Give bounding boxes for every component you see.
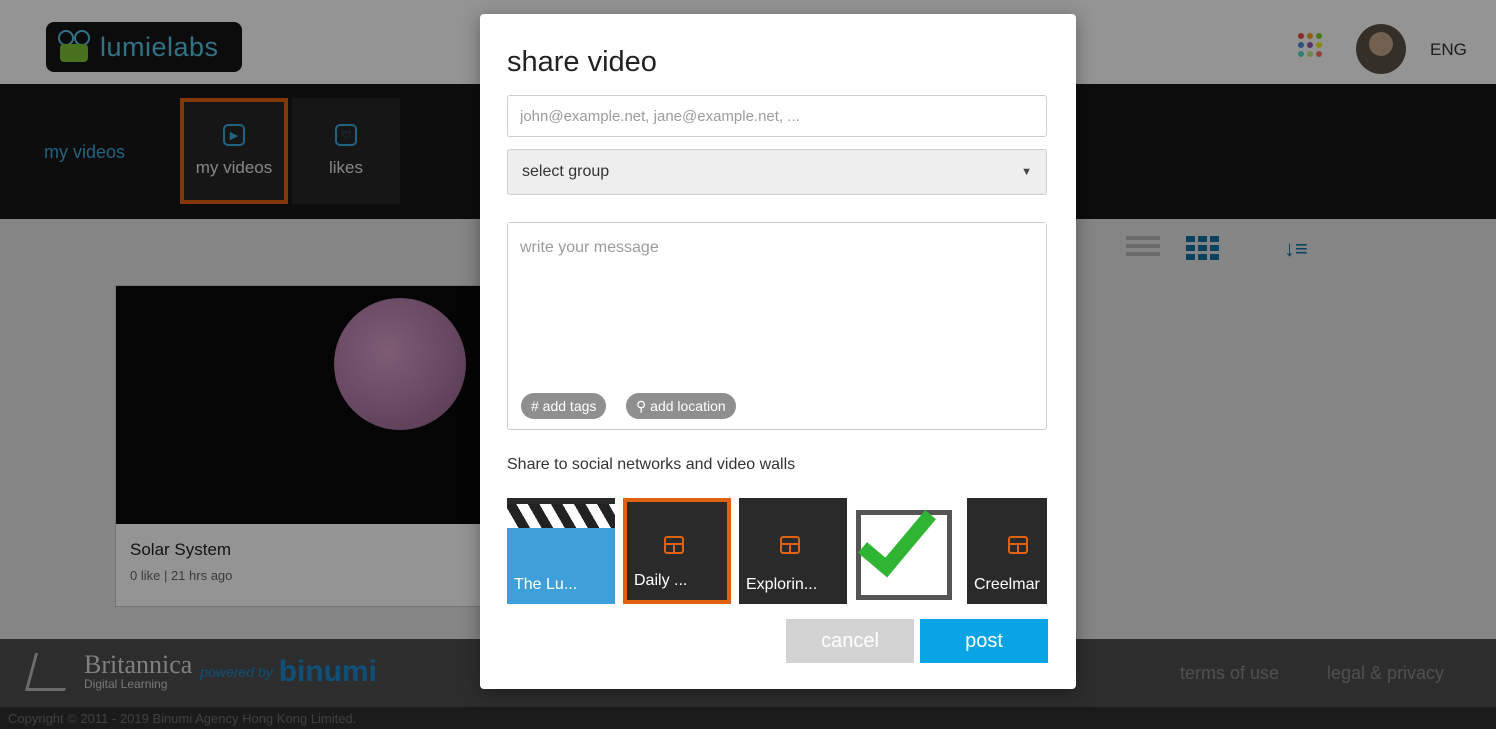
group-select[interactable]: select group ▼	[507, 149, 1047, 195]
video-wall-icon	[664, 536, 684, 554]
message-box: # add tags ⚲ add location	[507, 222, 1047, 430]
tile-label: Daily ...	[634, 572, 688, 589]
email-input[interactable]	[507, 95, 1047, 137]
dialog-title: share video	[507, 46, 657, 78]
add-tags-button[interactable]: # add tags	[521, 393, 607, 419]
share-label: Share to social networks and video walls	[507, 456, 796, 473]
add-location-label: add location	[650, 398, 726, 414]
map-pin-icon: ⚲	[636, 397, 651, 414]
add-location-button[interactable]: ⚲ add location	[626, 393, 736, 419]
message-textarea[interactable]	[508, 223, 1046, 383]
share-tile-selected[interactable]: Daily ...	[623, 498, 731, 604]
post-button[interactable]: post	[920, 619, 1048, 663]
cancel-button[interactable]: cancel	[786, 619, 914, 663]
video-wall-icon	[1008, 536, 1028, 554]
share-tile[interactable]: The Lu...	[507, 498, 615, 604]
share-tile[interactable]: Explorin...	[739, 498, 847, 604]
tile-label: The Lu...	[514, 576, 578, 593]
video-wall-icon	[780, 536, 800, 554]
share-video-dialog: share video select group ▼ # add tags ⚲ …	[480, 14, 1076, 689]
clapperboard-icon	[507, 504, 615, 528]
tile-label: Explorin...	[746, 576, 818, 593]
chevron-down-icon: ▼	[1021, 166, 1032, 178]
share-tile[interactable]	[854, 498, 962, 604]
group-select-value: select group	[522, 163, 610, 180]
share-targets: The Lu... Daily ... Explorin... Creelmar	[507, 498, 1047, 604]
share-tile[interactable]: Creelmar	[967, 498, 1047, 604]
tile-label: Creelmar	[974, 576, 1040, 593]
